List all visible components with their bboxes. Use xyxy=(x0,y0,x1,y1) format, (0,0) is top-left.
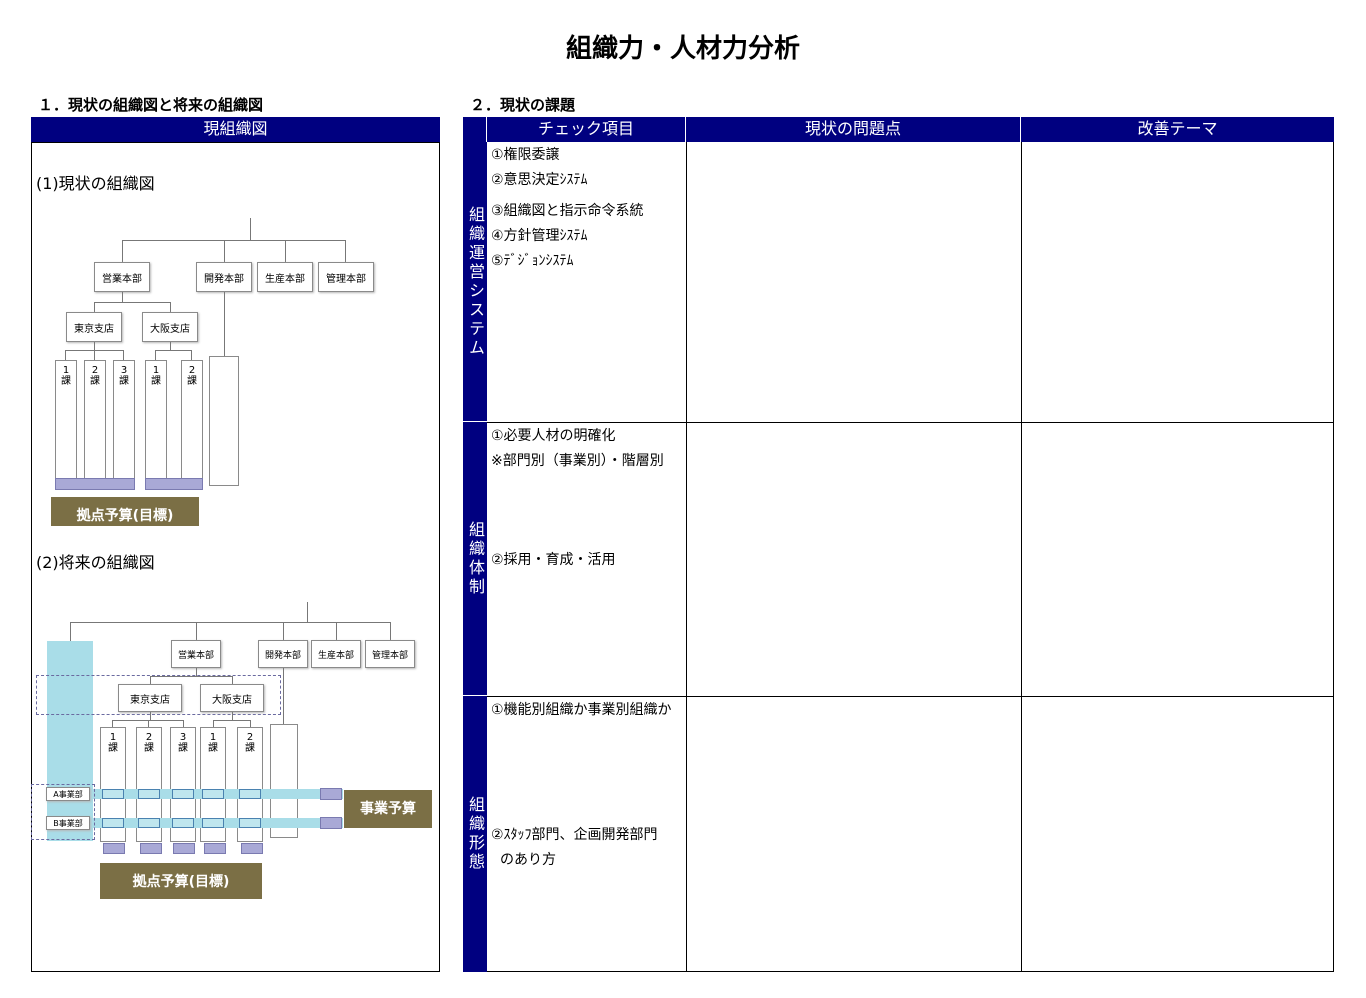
problems-cell-1[interactable] xyxy=(687,142,1021,422)
group-label-org-structure: 組織体制 xyxy=(463,422,487,696)
check-item: ②意思決定ｼｽﾃﾑ xyxy=(491,172,588,188)
dept-sales: 営業本部 xyxy=(171,640,221,668)
check-item: ①必要人材の明確化 xyxy=(491,428,616,444)
section-2-title: ２．現状の課題 xyxy=(470,96,576,114)
check-item: ①権限委譲 xyxy=(491,147,560,163)
dept-sales: 営業本部 xyxy=(94,262,150,292)
page-title: 組織力・人材力分析 xyxy=(565,34,800,64)
check-item: ①機能別組織か事業別組織か xyxy=(491,702,672,718)
section-col: 2課 xyxy=(181,360,203,490)
dev-col xyxy=(209,356,239,486)
section-col: 2課 xyxy=(84,360,106,490)
left-panel-header: 現組織図 xyxy=(31,117,440,142)
col-header-themes: 改善テーマ xyxy=(1021,117,1334,142)
business-budget-label: 事業予算 xyxy=(344,790,432,828)
budget-bar xyxy=(55,478,135,490)
branch-osaka: 大阪支店 xyxy=(200,684,264,712)
division-a-box: A事業部 xyxy=(46,787,90,801)
branch-tokyo: 東京支店 xyxy=(66,312,122,342)
check-item: ②採用・育成・活用 xyxy=(491,552,616,568)
dept-admin: 管理本部 xyxy=(318,262,374,292)
dept-admin: 管理本部 xyxy=(365,640,415,668)
problems-cell-2[interactable] xyxy=(687,423,1021,696)
check-item: ④方針管理ｼｽﾃﾑ xyxy=(491,228,588,244)
dept-prod: 生産本部 xyxy=(311,640,361,668)
section-col: 3課 xyxy=(113,360,135,490)
section-col: 1課 xyxy=(55,360,77,490)
group-label-org-form: 組織形態 xyxy=(466,796,485,872)
future-org-label: (2)将来の組織図 xyxy=(36,553,155,572)
check-item: ②ｽﾀｯﾌ部門、企画開発部門 xyxy=(491,827,658,843)
branch-osaka: 大阪支店 xyxy=(142,312,198,342)
dept-prod: 生産本部 xyxy=(257,262,313,292)
branch-tokyo: 東京支店 xyxy=(118,684,182,712)
division-b-box: B事業部 xyxy=(46,816,90,830)
section-1-title: １．現状の組織図と将来の組織図 xyxy=(38,96,264,114)
base-budget-label: 拠点予算(目標) xyxy=(100,863,262,899)
col-header-problems: 現状の問題点 xyxy=(686,117,1021,142)
budget-bar xyxy=(145,478,203,490)
themes-cell-3[interactable] xyxy=(1022,697,1333,971)
check-item: ⑤ﾃﾞｼﾞｮﾝｼｽﾃﾑ xyxy=(491,253,574,269)
dept-dev: 開発本部 xyxy=(258,640,308,668)
base-budget-label: 拠点予算(目標) xyxy=(51,497,199,526)
check-item: ※部門別（事業別）・階層別 xyxy=(491,453,664,469)
current-org-label: (1)現状の組織図 xyxy=(36,174,155,193)
themes-cell-2[interactable] xyxy=(1022,423,1333,696)
group-label-org-operation: 組織運営システム xyxy=(463,142,487,422)
col-header-check: チェック項目 xyxy=(487,117,686,142)
section-col: 1課 xyxy=(145,360,167,490)
problems-cell-3[interactable] xyxy=(687,697,1021,971)
check-item: のあり方 xyxy=(500,852,556,868)
themes-cell-1[interactable] xyxy=(1022,142,1333,422)
dept-dev: 開発本部 xyxy=(196,262,252,292)
check-item: ③組織図と指示命令系統 xyxy=(491,203,644,219)
